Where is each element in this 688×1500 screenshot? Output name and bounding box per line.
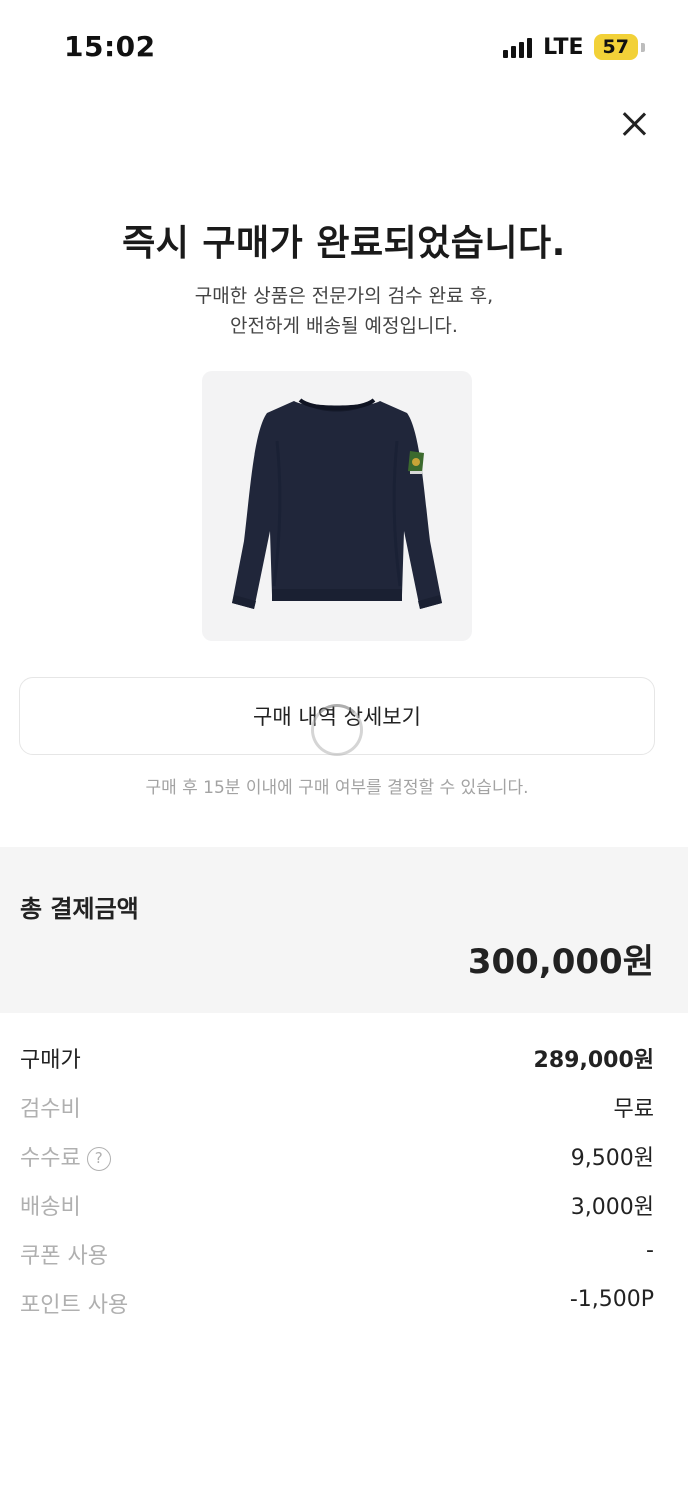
total-payment-label: 총 결제금액 bbox=[20, 895, 139, 923]
points-value: -1,500P bbox=[569, 1287, 654, 1312]
decision-notice: 구매 후 15분 이내에 구매 여부를 결정할 수 있습니다. bbox=[145, 778, 529, 798]
purchase-price-value: 289,000원 bbox=[533, 1048, 654, 1073]
inspection-fee-value: 무료 bbox=[613, 1097, 654, 1122]
purchase-price-label: 구매가 bbox=[20, 1048, 81, 1073]
subtitle-line-1: 구매한 상품은 전문가의 검수 완료 후, bbox=[194, 285, 494, 307]
loading-spinner-icon bbox=[311, 704, 363, 756]
status-indicators: LTE 57 bbox=[503, 32, 646, 62]
total-payment-amount: 300,000원 bbox=[467, 942, 654, 982]
subtitle-line-2: 안전하게 배송될 예정입니다. bbox=[230, 315, 458, 337]
signal-icon bbox=[503, 36, 535, 58]
total-payment-section: 총 결제금액 300,000원 bbox=[0, 847, 688, 1013]
commission-label-group: 수수료? bbox=[20, 1140, 111, 1172]
breakdown-row-purchase-price: 구매가 289,000원 bbox=[0, 1036, 688, 1076]
points-label: 포인트 사용 bbox=[20, 1293, 129, 1318]
commission-label: 수수료 bbox=[20, 1146, 81, 1171]
status-time: 15:02 bbox=[64, 30, 156, 63]
coupon-label: 쿠폰 사용 bbox=[20, 1244, 108, 1269]
breakdown-row-shipping-fee: 배송비 3,000원 bbox=[0, 1183, 688, 1223]
product-image bbox=[202, 371, 472, 641]
coupon-value: - bbox=[646, 1238, 654, 1263]
status-bar: 15:02 LTE 57 bbox=[0, 0, 688, 90]
breakdown-row-commission: 수수료? 9,500원 bbox=[0, 1134, 688, 1174]
sweatshirt-image bbox=[232, 398, 442, 609]
purchase-complete-screen: 15:02 LTE 57 즉시 구매가 완료되었습니다. 구매한 상품은 전문가… bbox=[0, 0, 688, 1500]
shipping-fee-value: 3,000원 bbox=[570, 1195, 654, 1220]
breakdown-row-inspection-fee: 검수비 무료 bbox=[0, 1085, 688, 1125]
help-icon[interactable]: ? bbox=[86, 1147, 111, 1171]
commission-value: 9,500원 bbox=[570, 1146, 654, 1171]
network-label: LTE bbox=[543, 34, 584, 60]
close-icon[interactable] bbox=[616, 106, 652, 142]
battery-icon: 57 bbox=[593, 34, 646, 60]
breakdown-row-coupon: 쿠폰 사용 - bbox=[0, 1232, 688, 1272]
page-title: 즉시 구매가 완료되었습니다. bbox=[122, 223, 566, 264]
shipping-fee-label: 배송비 bbox=[20, 1195, 81, 1220]
inspection-fee-label: 검수비 bbox=[20, 1097, 81, 1122]
breakdown-row-points: 포인트 사용 -1,500P bbox=[0, 1281, 688, 1321]
